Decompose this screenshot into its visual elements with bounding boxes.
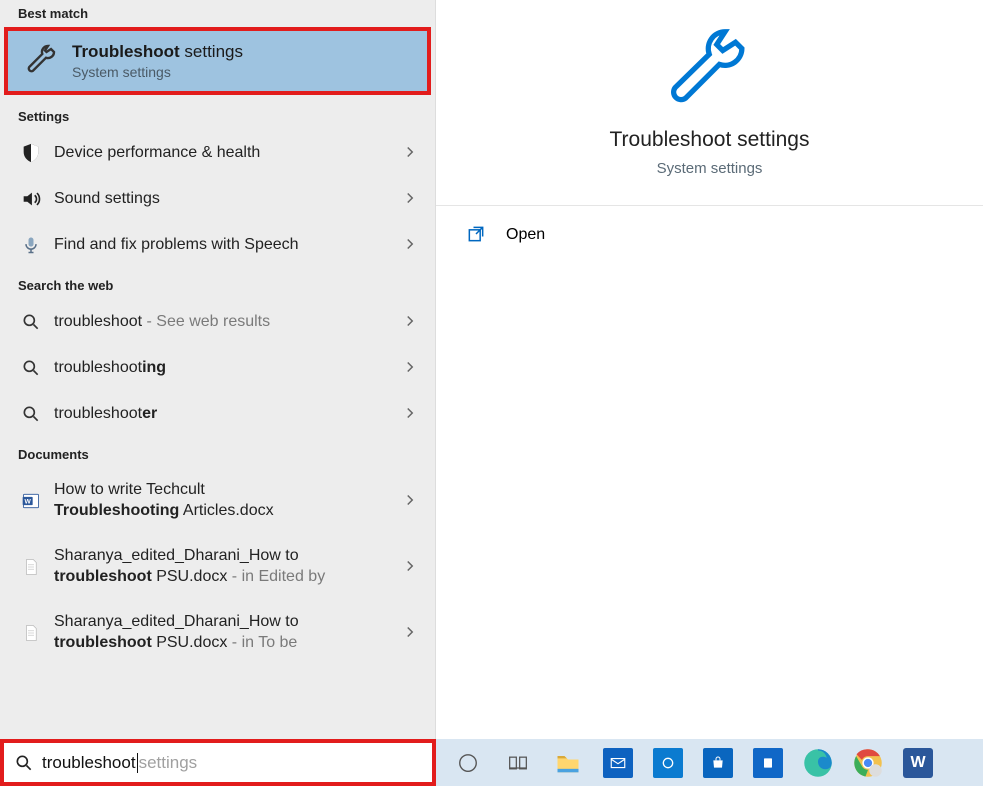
section-settings: Settings: [0, 95, 435, 130]
item-label: How to write Techcult Troubleshooting Ar…: [54, 480, 401, 522]
settings-item-device-performance[interactable]: Device performance & health: [0, 130, 435, 176]
preview-hero: Troubleshoot settings System settings: [436, 0, 983, 206]
wrench-icon: [665, 28, 755, 118]
chevron-right-icon: [401, 404, 421, 424]
web-item-troubleshoot[interactable]: troubleshoot - See web results: [0, 299, 435, 345]
taskbar-mail[interactable]: [596, 743, 640, 783]
best-match-text: Troubleshoot settings System settings: [72, 42, 243, 80]
search-icon: [18, 355, 44, 381]
taskbar-cortana[interactable]: [446, 743, 490, 783]
doc-icon: [18, 620, 44, 646]
chevron-right-icon: [401, 358, 421, 378]
svg-text:W: W: [25, 499, 32, 506]
item-label: Device performance & health: [54, 143, 401, 164]
taskbar-edge[interactable]: [796, 743, 840, 783]
shield-icon: [18, 140, 44, 166]
chevron-right-icon: [401, 143, 421, 163]
chevron-right-icon: [401, 235, 421, 255]
document-item-3[interactable]: Sharanya_edited_Dharani_How to troublesh…: [0, 600, 435, 666]
search-icon: [14, 753, 34, 773]
taskbar-file-explorer[interactable]: [546, 743, 590, 783]
taskbar-store[interactable]: [696, 743, 740, 783]
results-column: Best match Troubleshoot settings System …: [0, 0, 436, 739]
text-cursor: [137, 753, 138, 773]
preview-title: Troubleshoot settings: [609, 128, 809, 152]
open-label: Open: [506, 226, 545, 244]
settings-item-sound[interactable]: Sound settings: [0, 176, 435, 222]
chevron-right-icon: [401, 557, 421, 577]
mic-icon: [18, 232, 44, 258]
taskbar-pinned-apps: W: [436, 743, 940, 783]
chevron-right-icon: [401, 189, 421, 209]
chevron-right-icon: [401, 312, 421, 332]
taskbar-task-view[interactable]: [496, 743, 540, 783]
best-match-title: Troubleshoot settings: [72, 42, 243, 62]
search-typed-text: troubleshoot: [42, 753, 136, 773]
wrench-icon: [22, 41, 62, 81]
search-popup: Best match Troubleshoot settings System …: [0, 0, 983, 739]
item-label: troubleshooter: [54, 404, 401, 425]
taskbar-search-box[interactable]: troubleshoot settings: [0, 739, 436, 786]
section-search-web: Search the web: [0, 268, 435, 299]
item-label: Sharanya_edited_Dharani_How to troublesh…: [54, 612, 401, 654]
web-item-troubleshooter[interactable]: troubleshooter: [0, 391, 435, 437]
item-label: Sound settings: [54, 189, 401, 210]
doc-icon: [18, 554, 44, 580]
search-ghost-text: settings: [139, 753, 198, 773]
preview-subtitle: System settings: [657, 160, 763, 177]
best-match-subtitle: System settings: [72, 64, 243, 80]
word-doc-icon: W: [18, 488, 44, 514]
document-item-1[interactable]: W How to write Techcult Troubleshooting …: [0, 468, 435, 534]
open-action[interactable]: Open: [436, 206, 983, 264]
section-documents: Documents: [0, 437, 435, 468]
item-label: troubleshooting: [54, 358, 401, 379]
item-label: Sharanya_edited_Dharani_How to troublesh…: [54, 546, 401, 588]
chevron-right-icon: [401, 623, 421, 643]
item-label: Find and fix problems with Speech: [54, 235, 401, 256]
taskbar-chrome[interactable]: [846, 743, 890, 783]
best-match-item-troubleshoot-settings[interactable]: Troubleshoot settings System settings: [4, 27, 431, 95]
item-label: troubleshoot - See web results: [54, 312, 401, 333]
web-item-troubleshooting[interactable]: troubleshooting: [0, 345, 435, 391]
open-icon: [466, 224, 488, 246]
taskbar-app-blue[interactable]: [746, 743, 790, 783]
search-icon: [18, 309, 44, 335]
chevron-right-icon: [401, 491, 421, 511]
document-item-2[interactable]: Sharanya_edited_Dharani_How to troublesh…: [0, 534, 435, 600]
taskbar-word[interactable]: W: [896, 743, 940, 783]
section-best-match: Best match: [0, 0, 435, 27]
settings-item-speech[interactable]: Find and fix problems with Speech: [0, 222, 435, 268]
taskbar: troubleshoot settings W: [0, 739, 983, 786]
search-icon: [18, 401, 44, 427]
taskbar-app-dell[interactable]: [646, 743, 690, 783]
sound-icon: [18, 186, 44, 212]
preview-column: Troubleshoot settings System settings Op…: [436, 0, 983, 739]
